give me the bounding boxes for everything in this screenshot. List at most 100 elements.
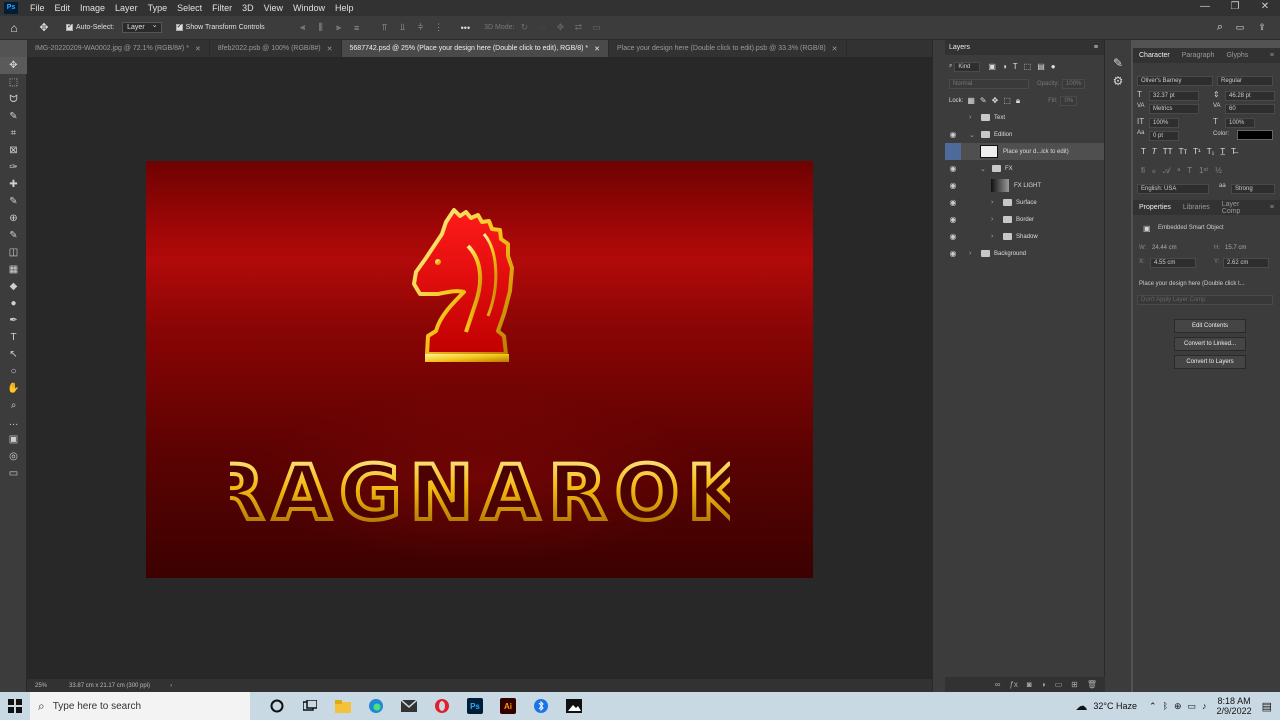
ligature-icon[interactable]: ﬁ [1141,166,1145,176]
bluetooth-tray-icon[interactable]: ᛒ [1163,701,1168,711]
language-select[interactable]: English: USA [1137,184,1209,194]
align-left-icon[interactable]: ⫷ [295,22,311,33]
edit-contents-button[interactable]: Edit Contents [1174,319,1246,333]
healing-tool-icon[interactable]: ✚ [0,176,27,193]
faux-italic-icon[interactable]: 𝘛 [1152,147,1157,156]
network-icon[interactable]: ⊕ [1174,701,1182,712]
quick-mask-icon[interactable]: ◎ [0,448,27,465]
eyedropper-tool-icon[interactable]: ✑ [0,159,27,176]
align-right-icon[interactable]: ⫸ [331,22,347,33]
chevron-down-icon[interactable]: ⌄ [969,131,977,139]
cortana-icon[interactable] [260,692,293,720]
layer-row[interactable]: › Text [945,109,1104,126]
zoom-tool-icon[interactable]: ⌕ [0,397,27,414]
close-tab-icon[interactable]: ✕ [832,45,838,53]
old-style-icon[interactable]: ℴ [1152,166,1156,176]
menu-filter[interactable]: Filter [207,3,237,13]
tab-libraries[interactable]: Libraries [1177,204,1216,211]
task-view-icon[interactable] [293,692,326,720]
eye-icon[interactable]: ◉ [945,198,961,207]
filter-adjustment-icon[interactable]: ◑ [1002,62,1007,71]
faux-bold-icon[interactable]: T [1141,147,1146,156]
ordinals-icon[interactable]: 1ˢᵗ [1199,166,1208,176]
filter-pixel-icon[interactable]: ▣ [988,62,996,71]
eye-icon[interactable]: ◉ [945,130,961,139]
font-style-select[interactable]: Regular [1217,76,1273,86]
menu-window[interactable]: Window [288,3,330,13]
opera-icon[interactable] [425,692,458,720]
3d-slide-icon[interactable]: ⇄ [570,22,586,33]
chevron-down-icon[interactable]: ⌄ [980,165,988,173]
horizontal-scale-field[interactable]: 100% [1225,118,1255,128]
panel-menu-icon[interactable]: ≡ [1094,44,1098,51]
illustrator-taskbar-icon[interactable]: Ai [491,692,524,720]
swash-icon[interactable]: 𝒜 [1163,166,1171,176]
opacity-field[interactable]: 100% [1062,78,1086,89]
3d-roll-icon[interactable]: ◌ [534,23,550,33]
convert-to-linked-button[interactable]: Convert to Linked... [1174,337,1246,351]
tracking-field[interactable]: 60 [1225,104,1275,114]
fill-field[interactable]: 0% [1060,95,1078,106]
move-tool-icon[interactable]: ✥ [0,57,27,74]
layer-row[interactable]: ◉ › Border [945,211,1104,228]
eye-icon[interactable]: ◉ [945,215,961,224]
font-family-select[interactable]: Oliver's Barney [1137,76,1213,86]
align-center-icon[interactable]: ⫼ [313,22,329,33]
titling-icon[interactable]: T [1187,166,1192,176]
align-middle-icon[interactable]: ⫫ [395,22,411,33]
height-value[interactable]: 15.7 cm [1225,245,1246,251]
lock-transparent-icon[interactable]: ▦ [967,96,975,105]
brush-tool-icon[interactable]: ✎ [0,193,27,210]
menu-view[interactable]: View [259,3,288,13]
align-top-icon[interactable]: ⫪ [377,22,393,33]
battery-icon[interactable]: ▭ [1188,701,1197,712]
close-tab-icon[interactable]: ✕ [195,45,201,53]
show-transform-checkbox[interactable]: Show Transform Controls [175,22,265,31]
filter-type-icon[interactable]: T [1013,62,1018,71]
filter-kind-select[interactable]: Kind [954,61,981,72]
pen-tool-icon[interactable]: ✒ [0,312,27,329]
lasso-tool-icon[interactable]: ᗢ [0,91,27,108]
menu-3d[interactable]: 3D [237,3,259,13]
blend-mode-select[interactable]: Normal [949,78,1029,89]
layer-row[interactable]: ◉ FX LIGHT [945,177,1104,194]
mail-icon[interactable] [392,692,425,720]
menu-type[interactable]: Type [143,3,173,13]
new-group-icon[interactable]: ▭ [1055,680,1063,689]
tab-8feb2022[interactable]: 8feb2022.psb @ 100% (RGB/8#) ✕ [210,40,342,57]
path-select-tool-icon[interactable]: ↖ [0,346,27,363]
lock-position-icon[interactable]: ✥ [992,96,999,105]
alternates-icon[interactable]: ᵃ [1177,166,1180,176]
search-icon[interactable]: ⌕ [1212,21,1228,34]
taskbar-search-box[interactable]: ⌕ Type here to search [30,692,250,720]
fx-icon[interactable]: ƒx [1009,680,1017,689]
type-tool-icon[interactable]: T [0,329,27,346]
tab-layer-comps[interactable]: Layer Comp [1216,201,1264,215]
align-bottom-icon[interactable]: ⫩ [413,22,429,33]
history-brush-tool-icon[interactable]: ✎ [0,227,27,244]
stamp-tool-icon[interactable]: ⊕ [0,210,27,227]
chevron-right-icon[interactable]: › [170,683,172,689]
new-layer-icon[interactable]: ⊞ [1071,680,1078,689]
quick-select-tool-icon[interactable]: ✎ [0,108,27,125]
windows-start-icon[interactable] [8,699,22,713]
lock-artboard-icon[interactable]: ⬚ [1003,96,1011,105]
layer-row[interactable]: ◉ › Surface [945,194,1104,211]
3d-pan-icon[interactable]: ✥ [552,22,568,33]
layer-comp-select[interactable]: Don't Apply Layer Comp [1137,295,1273,305]
3d-rotate-icon[interactable]: ↻ [516,22,532,33]
layer-row[interactable]: ◉ › Background [945,245,1104,262]
adjustments-panel-icon[interactable]: ⚙︎ [1105,74,1131,88]
antialias-select[interactable]: Strong [1231,184,1275,194]
distribute-icon[interactable]: ≡ [349,23,365,33]
3d-scale-icon[interactable]: ▭ [588,22,604,33]
menu-select[interactable]: Select [172,3,207,13]
convert-to-layers-button[interactable]: Convert to Layers [1174,355,1246,369]
edge-icon[interactable] [359,692,392,720]
chevron-right-icon[interactable]: › [991,216,999,223]
tab-5687742[interactable]: 5687742.psd @ 25% (Place your design her… [341,40,610,57]
distribute-vertical-icon[interactable]: ⋮ [431,22,447,33]
small-caps-icon[interactable]: Tт [1179,147,1188,156]
menu-file[interactable]: File [25,3,50,13]
tab-character[interactable]: Character [1133,52,1176,59]
